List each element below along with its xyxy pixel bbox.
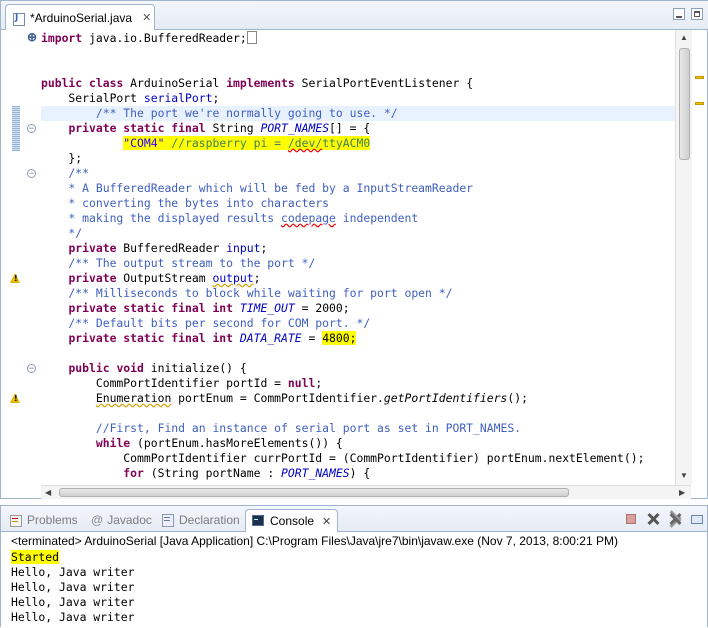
code-line: private BufferedReader input; [68, 241, 268, 255]
code-line: CommPortIdentifier currPortId = (CommPor… [41, 451, 645, 465]
tab-declaration[interactable]: Declaration [161, 509, 240, 531]
scroll-down-icon[interactable]: ▼ [680, 471, 688, 480]
close-icon[interactable]: ✕ [322, 515, 331, 528]
close-icon[interactable]: ✕ [142, 11, 151, 24]
fold-collapse-icon[interactable]: − [27, 169, 36, 178]
remove-launch-button[interactable] [645, 511, 661, 527]
code-line: CommPortIdentifier portId = null; [41, 376, 323, 390]
tab-console[interactable]: Console ✕ [245, 509, 339, 532]
code-line: //First, Find an instance of serial port… [41, 421, 522, 435]
code-line: * converting the bytes into characters [41, 196, 330, 210]
editor-tab-title: *ArduinoSerial.java [30, 10, 133, 25]
console-line: Hello, Java writer [11, 565, 135, 579]
folded-import-indicator[interactable] [246, 31, 257, 44]
code-line: public void initialize() { [68, 361, 247, 375]
console-line: Hello, Java writer [11, 595, 135, 609]
warning-marker[interactable] [695, 76, 704, 79]
overview-ruler[interactable] [692, 30, 707, 485]
scroll-right-icon[interactable]: ▶ [679, 488, 685, 497]
console-line: Started [11, 550, 60, 564]
code-line: Enumeration portEnum = CommPortIdentifie… [95, 391, 528, 405]
code-line: * making the displayed results codepage … [41, 211, 419, 225]
code-line: * A BufferedReader which will be fed by … [41, 181, 474, 195]
code-line: import java.io.BufferedReader; [41, 31, 257, 46]
code-line: public class ArduinoSerial implements Se… [41, 76, 474, 90]
problems-icon [9, 513, 23, 527]
editor-tab-bar: *ArduinoSerial.java ✕ [1, 1, 708, 30]
code-line: private static final String PORT_NAMES[]… [68, 121, 371, 135]
declaration-icon [161, 513, 175, 527]
fold-expand-icon[interactable]: ⊕ [27, 31, 37, 43]
code-line: /** The port we're normally going to use… [41, 106, 398, 120]
scroll-left-icon[interactable]: ◀ [45, 488, 51, 497]
quick-diff-marker [12, 106, 20, 151]
view-tab-bar: Problems @ Javadoc Declaration Console ✕ [1, 506, 707, 532]
code-line: }; [41, 151, 83, 165]
code-line: while (portEnum.hasMoreElements()) { [95, 436, 343, 450]
code-line: /** [41, 166, 90, 180]
vertical-scroll-thumb[interactable] [679, 48, 690, 160]
code-editor[interactable]: import java.io.BufferedReader; public cl… [41, 30, 675, 485]
code-line: /** Default bits per second for COM port… [41, 316, 371, 330]
fold-collapse-icon[interactable]: − [27, 124, 36, 133]
tab-javadoc[interactable]: @ Javadoc [91, 509, 152, 531]
warning-icon[interactable] [9, 393, 22, 406]
console-panel: Problems @ Javadoc Declaration Console ✕… [0, 505, 708, 627]
console-header: <terminated> ArduinoSerial [Java Applica… [11, 534, 618, 548]
console-line: Hello, Java writer [11, 610, 135, 624]
console-view-button[interactable] [689, 511, 705, 527]
vertical-scrollbar[interactable]: ▲ ▼ [675, 30, 692, 485]
editor-panel: *ArduinoSerial.java ✕ ⊕ − − − import jav… [0, 0, 708, 499]
java-file-icon [12, 11, 26, 26]
code-line: for (String portName : PORT_NAMES) { [123, 466, 371, 480]
vertical-ruler[interactable] [1, 30, 23, 485]
javadoc-icon: @ [91, 513, 104, 527]
folding-ruler: ⊕ − − − [23, 30, 41, 485]
tab-problems[interactable]: Problems [9, 509, 78, 531]
code-line: private static final int DATA_RATE = 480… [68, 331, 357, 345]
code-line: SerialPort serialPort; [41, 91, 220, 105]
fold-collapse-icon[interactable]: − [27, 364, 36, 373]
code-line: /** Milliseconds to block while waiting … [41, 286, 453, 300]
console-output[interactable]: <terminated> ArduinoSerial [Java Applica… [1, 532, 707, 628]
code-line: /** The output stream to the port */ [41, 256, 316, 270]
console-line: Hello, Java writer [11, 580, 135, 594]
code-line: private static final int TIME_OUT = 2000… [68, 301, 350, 315]
remove-all-terminated-button[interactable] [667, 511, 683, 527]
warning-marker[interactable] [695, 102, 704, 105]
minimize-button[interactable] [673, 8, 685, 20]
maximize-button[interactable] [691, 8, 703, 20]
code-line: */ [41, 226, 83, 240]
code-line: private OutputStream output; [68, 271, 261, 285]
console-icon [252, 514, 266, 528]
warning-icon[interactable] [9, 273, 22, 286]
code-line: "COM4" //raspberry pi = /dev/ttyACM0 [123, 136, 371, 150]
scroll-up-icon[interactable]: ▲ [680, 33, 688, 42]
horizontal-scrollbar[interactable]: ◀ ▶ [41, 485, 691, 499]
horizontal-scroll-thumb[interactable] [59, 488, 569, 497]
editor-tab-arduinoserial[interactable]: *ArduinoSerial.java ✕ [5, 4, 155, 30]
terminate-button[interactable] [623, 511, 639, 527]
